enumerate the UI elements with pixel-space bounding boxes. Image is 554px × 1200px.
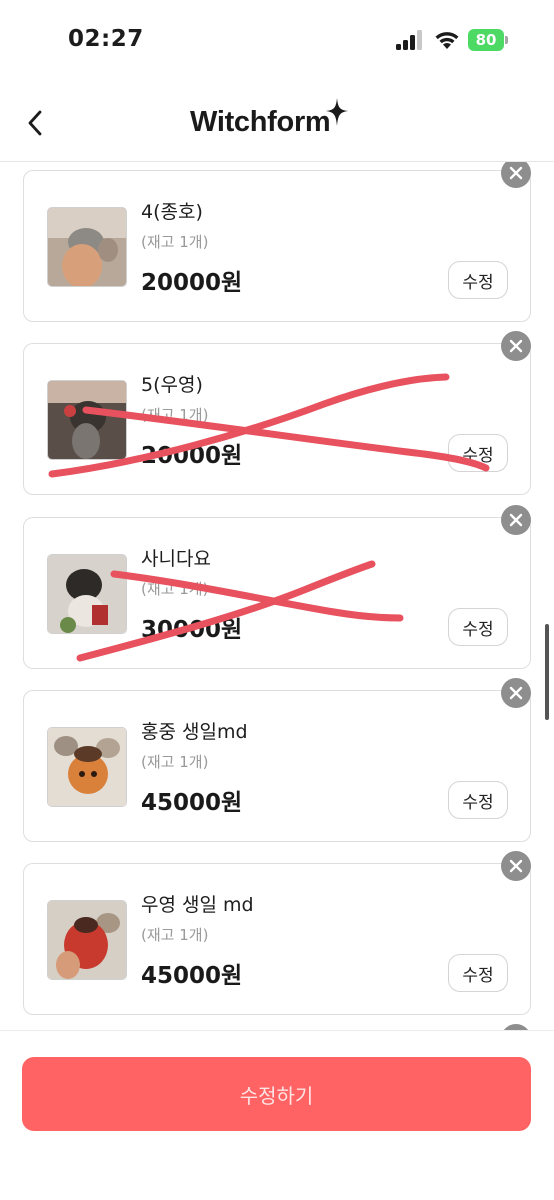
cellular-signal-icon bbox=[396, 30, 424, 50]
product-name: 홍중 생일md bbox=[141, 721, 248, 743]
witchform-logo: Witchform bbox=[190, 98, 349, 142]
logo-text: Witchform bbox=[190, 106, 331, 138]
product-name: 사니다요 bbox=[141, 548, 211, 570]
product-thumbnail bbox=[47, 900, 127, 980]
product-name: 5(우영) bbox=[141, 374, 203, 396]
edit-button[interactable]: 수정 bbox=[448, 781, 508, 819]
product-card: 5(우영) (재고 1개) 20000원 수정 bbox=[23, 331, 531, 495]
edit-button[interactable]: 수정 bbox=[448, 261, 508, 299]
sparkle-icon bbox=[326, 98, 349, 126]
remove-button[interactable] bbox=[501, 331, 531, 361]
product-card: 4(종호) (재고 1개) 20000원 수정 bbox=[23, 162, 531, 322]
remove-button[interactable] bbox=[501, 851, 531, 881]
edit-button[interactable]: 수정 bbox=[448, 954, 508, 992]
remove-button[interactable] bbox=[501, 505, 531, 535]
battery-level: 80 bbox=[468, 29, 504, 51]
product-thumbnail bbox=[47, 380, 127, 460]
product-stock: (재고 1개) bbox=[141, 406, 209, 424]
scrollbar[interactable] bbox=[545, 624, 549, 720]
product-name: 우영 생일 md bbox=[141, 894, 254, 916]
product-thumbnail bbox=[47, 727, 127, 807]
close-icon bbox=[509, 859, 523, 873]
close-icon bbox=[509, 166, 523, 180]
product-stock: (재고 1개) bbox=[141, 233, 209, 251]
product-price: 20000원 bbox=[141, 270, 243, 296]
chevron-left-icon bbox=[28, 110, 42, 136]
product-card: 사니다요 (재고 1개) 30000원 수정 bbox=[23, 505, 531, 669]
status-time: 02:27 bbox=[68, 26, 144, 52]
product-price: 30000원 bbox=[141, 617, 243, 643]
product-stock: (재고 1개) bbox=[141, 926, 209, 944]
remove-button[interactable] bbox=[501, 162, 531, 188]
footer-bar: 수정하기 bbox=[0, 1030, 554, 1200]
remove-button[interactable] bbox=[501, 678, 531, 708]
product-stock: (재고 1개) bbox=[141, 580, 209, 598]
battery-icon: 80 bbox=[468, 29, 508, 51]
edit-button[interactable]: 수정 bbox=[448, 608, 508, 646]
product-list: 4(종호) (재고 1개) 20000원 수정 5(우영) (재고 1개) 20… bbox=[0, 162, 554, 1030]
close-icon bbox=[509, 686, 523, 700]
back-button[interactable] bbox=[18, 106, 52, 140]
close-icon bbox=[509, 339, 523, 353]
product-price: 20000원 bbox=[141, 443, 243, 469]
product-stock: (재고 1개) bbox=[141, 753, 209, 771]
wifi-icon bbox=[435, 32, 459, 49]
status-bar: 02:27 80 bbox=[0, 0, 554, 84]
product-thumbnail bbox=[47, 554, 127, 634]
product-thumbnail bbox=[47, 207, 127, 287]
product-price: 45000원 bbox=[141, 963, 243, 989]
product-card: 우영 생일 md (재고 1개) 45000원 수정 bbox=[23, 851, 531, 1015]
close-icon bbox=[509, 513, 523, 527]
app-header: Witchform bbox=[0, 84, 554, 162]
product-price: 45000원 bbox=[141, 790, 243, 816]
product-name: 4(종호) bbox=[141, 201, 203, 223]
submit-edit-button[interactable]: 수정하기 bbox=[22, 1057, 531, 1131]
product-card: 홍중 생일md (재고 1개) 45000원 수정 bbox=[23, 678, 531, 842]
edit-button[interactable]: 수정 bbox=[448, 434, 508, 472]
